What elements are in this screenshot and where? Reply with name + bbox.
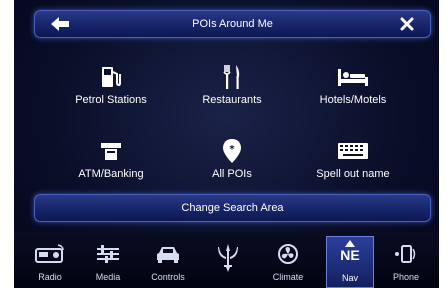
fuel-pump-icon	[102, 67, 121, 87]
category-atm-banking[interactable]: ATM/Banking	[51, 136, 171, 196]
category-label: Spell out name	[316, 168, 390, 180]
close-button[interactable]	[388, 11, 424, 37]
fork-knife-icon	[223, 65, 240, 89]
close-x-icon	[400, 17, 414, 31]
category-label: Restaurants	[202, 94, 262, 106]
compass-icon	[345, 239, 355, 247]
dock-radio[interactable]: Radio	[24, 232, 76, 288]
dock-climate[interactable]: Climate	[262, 232, 314, 288]
dock-label: Media	[95, 272, 121, 282]
bed-icon	[338, 69, 368, 86]
dock-maserati-logo[interactable]	[202, 232, 254, 288]
dock-label: Radio	[38, 272, 62, 282]
media-equalizer-icon	[97, 245, 119, 263]
left-arrow-icon	[51, 17, 69, 31]
car-icon	[157, 247, 179, 263]
nav-direction: NE	[340, 246, 360, 263]
category-petrol-stations[interactable]: Petrol Stations	[51, 62, 171, 122]
category-label: All POIs	[212, 168, 252, 180]
dock-label: Controls	[151, 272, 185, 282]
climate-fan-icon	[278, 244, 298, 264]
bottom-dock: Radio Media Controls Climate NE Nav Phon…	[14, 232, 439, 288]
dock-media[interactable]: Media	[82, 232, 134, 288]
category-label: Petrol Stations	[75, 94, 147, 106]
category-restaurants[interactable]: Restaurants	[172, 62, 292, 122]
category-hotels-motels[interactable]: Hotels/Motels	[293, 62, 413, 122]
dock-label: Climate	[272, 272, 304, 282]
dock-nav[interactable]: NE Nav	[326, 236, 374, 288]
radio-icon	[35, 244, 64, 263]
category-spell-out-name[interactable]: Spell out name	[293, 136, 413, 196]
nav-screen: POIs Around Me Petrol Stations Restauran…	[14, 0, 439, 288]
keyboard-icon	[338, 143, 368, 159]
change-search-area-button[interactable]: Change Search Area	[34, 194, 431, 222]
dock-label: Nav	[341, 273, 358, 283]
dock-phone[interactable]: Phone	[380, 232, 432, 288]
dock-label: Phone	[392, 272, 420, 282]
category-all-pois[interactable]: * All POIs	[172, 136, 292, 196]
category-label: ATM/Banking	[78, 168, 144, 180]
maserati-trident-icon	[218, 244, 238, 272]
page-title: POIs Around Me	[192, 18, 273, 30]
phone-icon	[395, 245, 416, 263]
map-pin-star-icon: *	[223, 139, 241, 163]
svg-text:*: *	[229, 144, 235, 155]
category-label: Hotels/Motels	[319, 94, 387, 106]
atm-icon	[101, 143, 121, 160]
dock-controls[interactable]: Controls	[142, 232, 194, 288]
header-bar: POIs Around Me	[34, 10, 431, 38]
back-button[interactable]	[41, 11, 81, 37]
